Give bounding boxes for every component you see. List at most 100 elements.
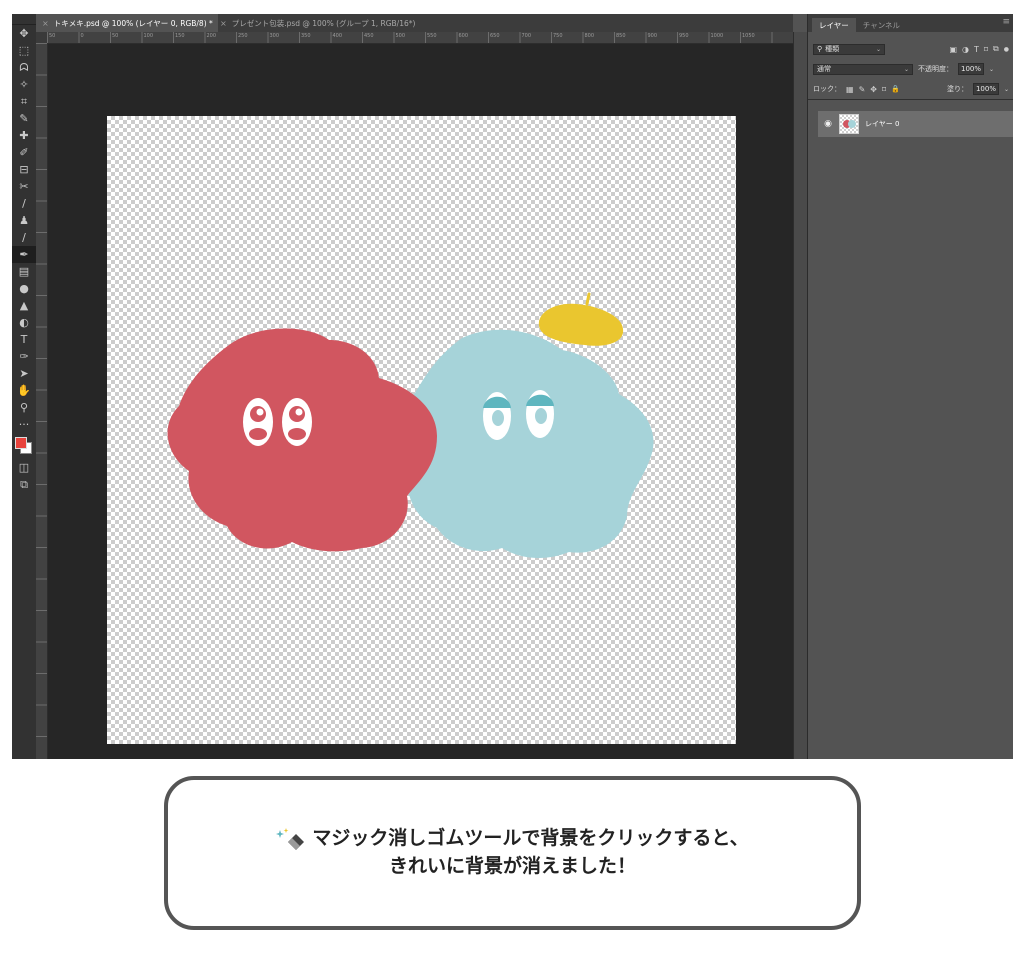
lock-artboard-icon[interactable]: ⌑ (882, 85, 886, 94)
smudge-tool[interactable]: ∕ (12, 229, 36, 246)
close-icon[interactable]: × (220, 19, 227, 28)
clone-stamp-icon: ♟ (19, 214, 29, 227)
magic-eraser-icon (276, 828, 305, 851)
layer-filter-row: ⚲ 種類 ⌄ ▣ ◑ T ⌑ ⧉ ● (808, 42, 1013, 56)
healing-brush-tool[interactable]: ✚ (12, 127, 36, 144)
sharpen-icon: ▲ (19, 299, 29, 312)
tab-channels[interactable]: チャンネル (856, 18, 907, 32)
layer-kind-filter[interactable]: ⚲ 種類 ⌄ (813, 43, 885, 55)
hand-tool[interactable]: ✋ (12, 382, 36, 399)
tab-label: トキメキ.psd @ 100% (レイヤー 0, RGB/8) * (53, 18, 213, 28)
layers-panel: レイヤー チャンネル ≡ ⚲ 種類 ⌄ ▣ ◑ T ⌑ ⧉ ● 通常 ⌄ 不透明… (807, 14, 1013, 759)
horizontal-ruler: 50 0 50 100 150 200 250 300 350 400 450 500 550 600 65… (47, 32, 793, 44)
blur-tool[interactable]: ● (12, 280, 36, 297)
toolbar-grip[interactable] (12, 14, 36, 25)
chevron-down-icon[interactable]: ⌄ (989, 66, 994, 73)
ruler-label: 650 (490, 33, 500, 39)
sharpen-tool[interactable]: ▲ (12, 297, 36, 314)
type-icon: T (20, 333, 28, 346)
ruler-label: 1000 (710, 33, 724, 39)
magic-eraser-icon: ✒ (19, 248, 29, 261)
ruler-label: 950 (679, 33, 689, 39)
dodge-icon: ◐ (19, 316, 29, 329)
layer-row[interactable]: ◉ レイヤー 0 (818, 111, 1013, 137)
tab-present[interactable]: × プレゼント包装.psd @ 100% (グループ 1, RGB/16*) (214, 14, 440, 32)
tab-tokimeki[interactable]: × トキメキ.psd @ 100% (レイヤー 0, RGB/8) * (36, 14, 218, 32)
screen-mode-tool[interactable]: ⧉ (12, 476, 36, 493)
lasso-icon: ᗣ (19, 61, 29, 74)
hand-icon: ✋ (17, 384, 31, 397)
transparent-artboard[interactable] (107, 116, 736, 744)
healing-brush-icon: ✚ (19, 129, 29, 142)
adjustment-filter-icon[interactable]: ◑ (962, 45, 969, 54)
mores-icon: ··· (18, 418, 30, 431)
crop-tool[interactable]: ⌗ (12, 93, 36, 110)
history-brush-icon: ✂ (19, 180, 29, 193)
clone-stamp-tool[interactable]: ♟ (12, 212, 36, 229)
more-tools[interactable]: ··· (12, 416, 36, 433)
ruler-label: 500 (395, 33, 406, 39)
ruler-label: 700 (521, 33, 532, 39)
tab-layers[interactable]: レイヤー (812, 18, 856, 32)
history-brush-tool[interactable]: ✂ (12, 178, 36, 195)
vertical-scrollbar[interactable] (793, 32, 807, 759)
close-icon[interactable]: × (42, 19, 49, 28)
pen-tool[interactable]: ✑ (12, 348, 36, 365)
type-tool[interactable]: T (12, 331, 36, 348)
tab-label: プレゼント包装.psd @ 100% (グループ 1, RGB/16*) (231, 18, 416, 28)
stamp-tool[interactable]: ⊟ (12, 161, 36, 178)
fill-field[interactable]: 100% (972, 83, 999, 95)
brush-tool[interactable]: ✐ (12, 144, 36, 161)
smart-object-filter-icon[interactable]: ⧉ (993, 44, 999, 54)
quick-select-tool[interactable]: ✧ (12, 76, 36, 93)
filter-toggle-icon[interactable]: ● (1004, 46, 1009, 53)
foreground-color-swatch[interactable] (15, 437, 27, 449)
lock-all-icon[interactable]: 🔒 (891, 85, 900, 93)
lock-image-icon[interactable]: ✎ (859, 85, 866, 94)
quick-mask-tool[interactable]: ◫ (12, 459, 36, 476)
panel-menu-icon[interactable]: ≡ (1002, 17, 1010, 27)
pencil-tool[interactable]: / (12, 195, 36, 212)
ruler-label: 550 (427, 33, 437, 39)
gradient-icon: ▤ (18, 265, 30, 278)
color-swatches[interactable] (12, 433, 36, 459)
lock-transparency-icon[interactable]: ▦ (846, 85, 854, 94)
type-filter-icon[interactable]: T (974, 45, 979, 54)
ruler-label: 800 (584, 33, 595, 39)
blend-mode-select[interactable]: 通常 ⌄ (813, 63, 913, 75)
ruler-label: 450 (364, 33, 374, 39)
vertical-ruler (36, 43, 48, 759)
ruler-label: 200 (206, 33, 217, 39)
magic-eraser-tool[interactable]: ✒ (12, 246, 36, 263)
shape-filter-icon[interactable]: ⌑ (984, 45, 988, 54)
chevron-down-icon[interactable]: ⌄ (1004, 86, 1009, 93)
ruler-label: 50 (112, 33, 119, 39)
ruler-label: 150 (175, 33, 185, 39)
lock-position-icon[interactable]: ✥ (870, 85, 877, 94)
brush-icon: ✐ (19, 146, 29, 159)
pixel-filter-icon[interactable]: ▣ (949, 45, 957, 54)
caption-line-2: きれいに背景が消えました！ (389, 853, 636, 881)
lock-label: ロック： (813, 85, 841, 93)
ruler-label: 50 (49, 33, 56, 39)
zoom-tool[interactable]: ⚲ (12, 399, 36, 416)
marquee-tool[interactable]: ⬚ (12, 42, 36, 59)
move-tool[interactable]: ✥ (12, 25, 36, 42)
smudge-icon: ∕ (22, 231, 26, 244)
opacity-field[interactable]: 100% (958, 63, 985, 75)
photoshop-window: ✥ ⬚ ᗣ ✧ ⌗ ✎ ✚ ✐ ⊟ ✂ / ♟ ∕ ✒ ▤ ● ▲ ◐ T ✑ ➤ ✋ ⚲ ··· ◫ ⧉ × トキメキ.psd… (12, 14, 1013, 759)
kind-label: 種類 (825, 45, 840, 53)
screen-mode-icon: ⧉ (20, 478, 28, 491)
path-select-tool[interactable]: ➤ (12, 365, 36, 382)
dodge-tool[interactable]: ◐ (12, 314, 36, 331)
eyedropper-tool[interactable]: ✎ (12, 110, 36, 127)
lasso-tool[interactable]: ᗣ (12, 59, 36, 76)
caption-text-2: きれいに背景が消えました！ (388, 855, 636, 877)
opacity-label: 不透明度： (918, 65, 953, 73)
gradient-tool[interactable]: ▤ (12, 263, 36, 280)
eye-icon[interactable]: ◉ (823, 119, 833, 129)
lock-row: ロック： ▦ ✎ ✥ ⌑ 🔒 塗り： 100% ⌄ (808, 82, 1013, 96)
pen-icon: ✑ (19, 350, 29, 363)
canvas-pasteboard[interactable] (48, 44, 793, 759)
ruler-label: 100 (143, 33, 154, 39)
